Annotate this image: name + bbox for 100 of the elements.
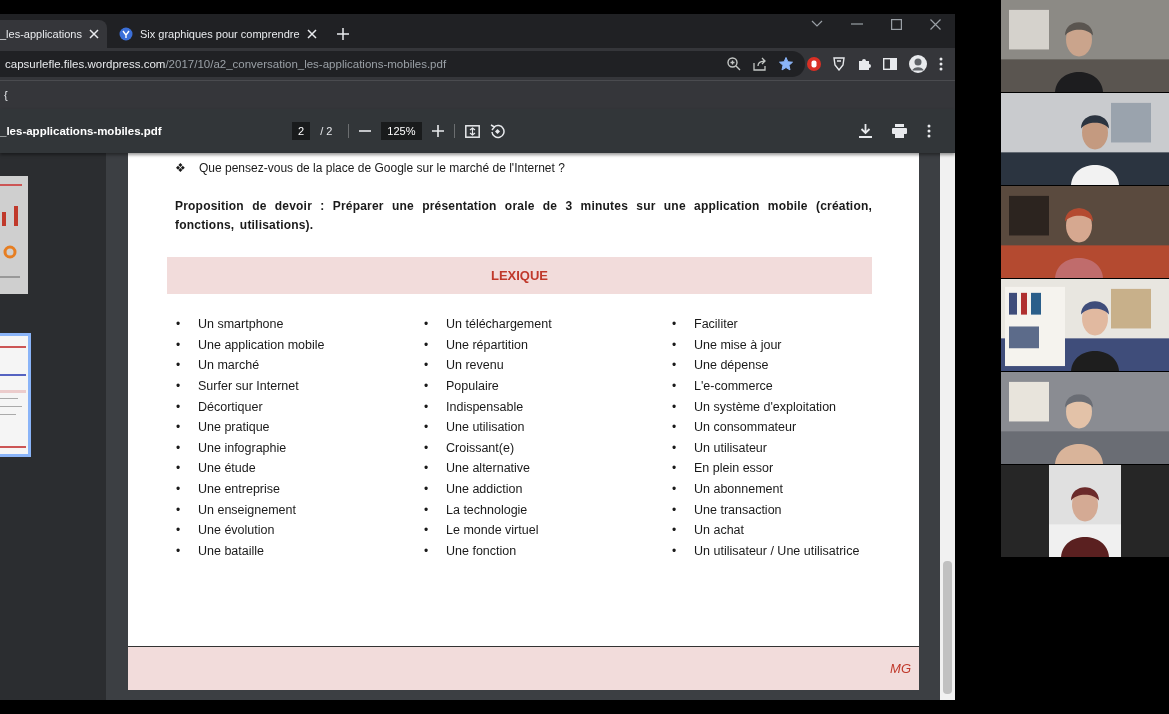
vocabulary-item: Croissant(e) — [446, 440, 515, 455]
bullet-mark: • — [672, 420, 678, 435]
bullet-mark: • — [672, 358, 678, 373]
side-panel-icon[interactable] — [883, 58, 897, 70]
puzzle-icon[interactable] — [857, 57, 871, 71]
vocabulary-item: Une évolution — [198, 523, 275, 538]
bullet-mark: • — [176, 543, 182, 558]
vocabulary-item: Un téléchargement — [446, 317, 552, 332]
browser-tab[interactable]: _les-applications — [0, 20, 107, 48]
vocabulary-item: Un marché — [198, 358, 260, 373]
bullet-mark: • — [672, 482, 678, 497]
vocabulary-item: Une application mobile — [198, 337, 325, 352]
close-icon[interactable] — [930, 18, 941, 30]
bullet-mark: • — [672, 543, 678, 558]
vocabulary-item: Une addiction — [446, 482, 523, 497]
page-number-field[interactable]: 2 — [292, 122, 311, 140]
vocabulary-item: Un utilisateur — [694, 440, 767, 455]
address-field[interactable]: capsurlefle.files.wordpress.com/2017/10/a2_conversation_les-applications-mobiles.pdf — [0, 51, 805, 77]
plus-icon[interactable] — [431, 125, 444, 137]
vocabulary-item: Une fonction — [446, 543, 517, 558]
zoom-icon[interactable] — [727, 57, 741, 71]
bullet-mark: • — [424, 502, 430, 517]
file-name: _les-applications-mobiles.pdf — [0, 125, 163, 137]
zoom-field[interactable]: 125% — [381, 122, 422, 140]
vocabulary-item: Indispensable — [446, 399, 524, 414]
vocabulary-item: Un abonnement — [694, 482, 783, 497]
scroll-thumb[interactable] — [943, 561, 952, 694]
maximize-icon[interactable] — [891, 18, 902, 30]
vocabulary-item: Une alternative — [446, 461, 531, 476]
vocabulary-item: Une transaction — [694, 502, 782, 517]
vocabulary-item: Une mise à jour — [694, 337, 782, 352]
vocabulary-item: Un consommateur — [694, 420, 797, 435]
vocabulary-item: L'e-commerce — [694, 379, 773, 394]
bullet-mark: • — [424, 379, 430, 394]
vocabulary-item: En plein essor — [694, 461, 774, 476]
more-icon[interactable] — [939, 57, 943, 71]
bullet-mark: • — [672, 502, 678, 517]
bullet-mark: • — [424, 337, 430, 352]
bullet-mark: • — [672, 379, 678, 394]
bullet-mark: • — [176, 358, 182, 373]
star-icon[interactable] — [779, 57, 793, 71]
vocabulary-item: La technologie — [446, 502, 528, 517]
plus-icon[interactable] — [336, 28, 349, 40]
question-text: Que pensez-vous de la place de Google sur le marché de l'Internet ? — [199, 161, 565, 175]
vocabulary-item: Un utilisateur / Une utilisatrice — [694, 543, 860, 558]
vocabulary-item: Un achat — [694, 523, 745, 538]
bullet-mark: • — [424, 440, 430, 455]
bookmark-item[interactable]: { — [4, 89, 8, 101]
more-icon[interactable] — [927, 124, 931, 138]
section-title: LEXIQUE — [490, 268, 549, 283]
vocabulary-item: Populaire — [446, 379, 499, 394]
vocabulary-item: Décortiquer — [198, 399, 263, 414]
page-thumbnail[interactable] — [0, 173, 31, 297]
bullet-mark: • — [672, 317, 678, 332]
vocabulary-item: Une entreprise — [198, 482, 280, 497]
bullet-mark: • — [424, 420, 430, 435]
rotate-icon[interactable] — [489, 123, 505, 139]
vocabulary-item: Une infographie — [198, 440, 287, 455]
vocabulary-item: Un système d'exploitation — [694, 399, 837, 414]
download-icon[interactable] — [859, 124, 872, 138]
minus-icon[interactable] — [359, 130, 372, 132]
shield-icon[interactable] — [833, 57, 845, 71]
bullet-mark: • — [424, 482, 430, 497]
bullet-mark: • — [176, 379, 182, 394]
bullet-mark: • — [672, 399, 678, 414]
vocabulary-item: Un enseignement — [198, 502, 296, 517]
page-thumbnail[interactable] — [0, 333, 31, 457]
bullet-mark: • — [176, 420, 182, 435]
print-icon[interactable] — [892, 124, 907, 138]
vocabulary-item: Une utilisation — [446, 420, 525, 435]
bullet-mark: • — [176, 440, 182, 455]
vocabulary-item: Une étude — [198, 461, 256, 476]
vocabulary-item: Une répartition — [446, 337, 528, 352]
scrollbar[interactable] — [940, 153, 955, 700]
vocabulary-item: Un smartphone — [198, 317, 284, 332]
bullet-mark: • — [176, 317, 182, 332]
assignment-text: Proposition de devoir : Préparer une présentation orale de 3 minutes sur une application mobile (création, fonctions, utilisations). — [175, 198, 872, 234]
bullet-mark: • — [424, 543, 430, 558]
avatar-icon[interactable] — [909, 55, 927, 73]
bullet-mark: • — [176, 482, 182, 497]
bullet-mark: • — [672, 337, 678, 352]
share-icon[interactable] — [753, 57, 767, 71]
bullet-mark: • — [424, 317, 430, 332]
bullet-mark: • — [176, 337, 182, 352]
page-count: / 2 — [320, 125, 333, 137]
footer-initials: MG — [890, 661, 911, 676]
vocabulary-item: Une dépense — [694, 358, 769, 373]
bullet-mark: • — [424, 461, 430, 476]
vocabulary-item: Surfer sur Internet — [198, 379, 299, 394]
vocabulary-item: Un revenu — [446, 358, 504, 373]
bullet-mark: • — [176, 399, 182, 414]
chevron-down-icon[interactable] — [811, 20, 823, 28]
browser-tab[interactable]: Six graphiques pour comprendre — [106, 20, 325, 48]
vocabulary-item: Une bataille — [198, 543, 264, 558]
vocabulary-item: Une pratique — [198, 420, 270, 435]
vocabulary-item: Faciliter — [694, 317, 738, 332]
bullet-mark: • — [672, 523, 678, 538]
vocabulary-item: Le monde virtuel — [446, 523, 539, 538]
fit-page-icon[interactable] — [464, 124, 480, 138]
bullet-mark: • — [424, 358, 430, 373]
